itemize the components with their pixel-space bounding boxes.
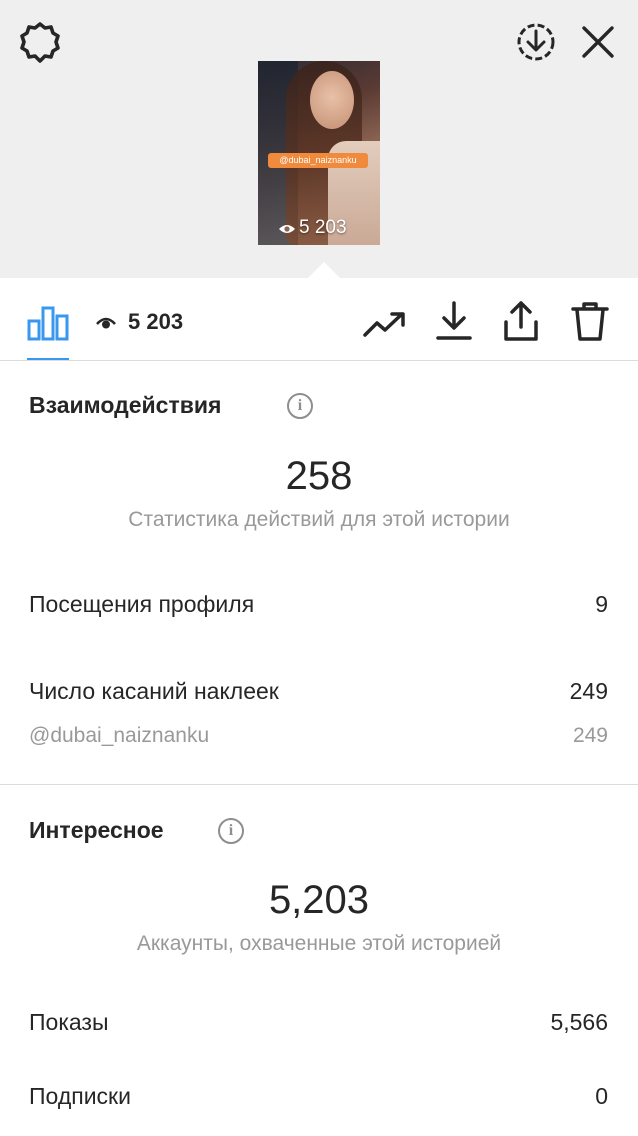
follows-label: Подписки <box>29 1083 131 1109</box>
profile-visits-label: Посещения профиля <box>29 591 255 617</box>
mention-sticker: @dubai_naiznanku <box>268 153 368 168</box>
bar-chart-icon[interactable] <box>27 305 69 341</box>
sticker-mention-label[interactable]: @dubai_naiznanku <box>29 724 209 748</box>
sticker-taps-value: 249 <box>569 678 608 704</box>
eye-icon <box>279 225 295 233</box>
trash-icon[interactable] <box>570 300 610 342</box>
interactions-caption: Статистика действий для этой истории <box>128 508 510 531</box>
download-icon[interactable] <box>434 300 474 342</box>
download-circle-icon[interactable] <box>514 20 558 64</box>
sticker-taps-label: Число касаний наклеек <box>29 678 279 704</box>
discovery-caption: Аккаунты, охваченные этой историей <box>136 932 502 955</box>
discovery-title: Интересное <box>29 817 164 843</box>
thumb-face <box>310 71 354 129</box>
thumb-views: 5 203 <box>278 217 347 239</box>
sticker-mention-value: 249 <box>572 724 608 747</box>
follows-value: 0 <box>595 1083 608 1109</box>
share-icon[interactable] <box>501 300 541 342</box>
section-divider <box>0 784 638 785</box>
impressions-value: 5,566 <box>550 1009 608 1035</box>
active-tab-indicator <box>27 358 69 360</box>
insights-toolbar: 5 203 <box>0 278 638 361</box>
gear-icon[interactable] <box>18 21 62 65</box>
thumb-views-count: 5 203 <box>299 217 347 238</box>
info-icon[interactable]: i <box>287 393 313 419</box>
profile-visits-value: 9 <box>595 591 608 617</box>
thumbnail-pointer <box>308 262 340 278</box>
trending-icon[interactable] <box>362 308 410 340</box>
views-count: 5 203 <box>96 309 183 335</box>
views-count-value: 5 203 <box>128 309 184 334</box>
interactions-title: Взаимодействия <box>29 392 222 418</box>
impressions-label: Показы <box>29 1009 109 1035</box>
story-thumbnail[interactable]: @dubai_naiznanku 5 203 <box>258 61 380 245</box>
eye-icon <box>96 317 116 329</box>
interactions-total: 258 <box>285 454 353 498</box>
story-preview-area: @dubai_naiznanku 5 203 <box>0 0 638 278</box>
discovery-total: 5,203 <box>268 878 370 922</box>
info-icon[interactable]: i <box>218 818 244 844</box>
close-icon[interactable] <box>580 24 616 60</box>
